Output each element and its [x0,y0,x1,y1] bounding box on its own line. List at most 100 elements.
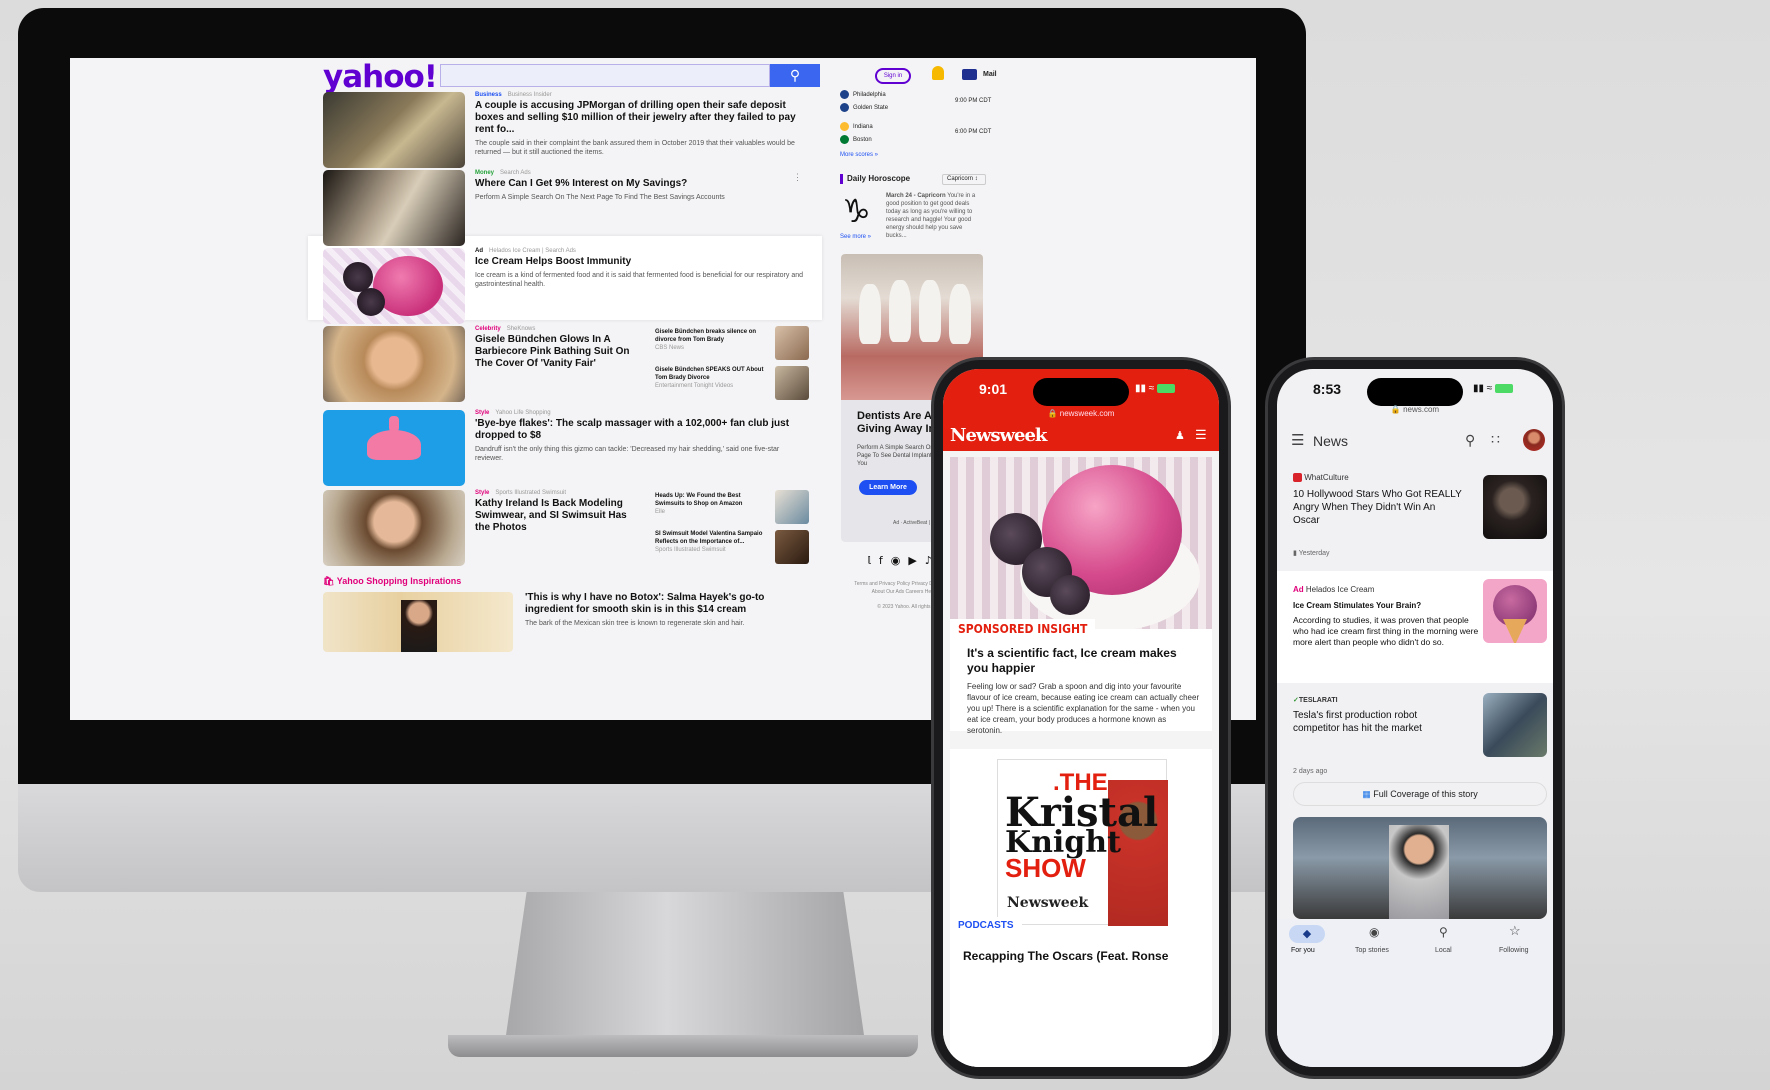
menu-icon[interactable]: ☰ [1291,431,1304,449]
bell-icon[interactable] [932,66,944,80]
game-time: 6:00 PM CDT [955,129,992,135]
yahoo-logo[interactable]: yahoo! [323,59,438,95]
nav-local[interactable]: Local [1435,947,1452,954]
newsweek-logo[interactable]: Newsweek [950,425,1047,446]
user-icon[interactable]: ♟ [1175,429,1185,442]
social-links: 𝕝f◉▶♪ [867,554,940,567]
game-time: 9:00 PM CDT [955,98,992,104]
see-more-link[interactable]: See more » [840,234,871,240]
card-title[interactable]: 10 Hollywood Stars Who Got REALLY Angry … [1293,488,1463,527]
list-item[interactable]: Business Business Insider A couple is acc… [323,92,813,168]
story-desc: The couple said in their complaint the b… [475,140,795,156]
nav-following[interactable]: Following [1499,947,1529,954]
shopping-title[interactable]: 'This is why I have no Botox': Salma Hay… [525,592,815,616]
story-title[interactable]: Where Can I Get 9% Interest on My Saving… [475,178,805,190]
youtube-icon[interactable]: ▶ [908,554,924,567]
wifi-icon: ≈ [1148,383,1155,394]
capricorn-icon: ♑ [842,192,871,230]
story-title[interactable]: A couple is accusing JPMorgan of drillin… [475,100,805,136]
ad-title[interactable]: Ice Cream Stimulates Your Brain? [1293,601,1479,610]
avatar[interactable] [1523,429,1545,451]
instagram-icon[interactable]: ◉ [891,554,909,567]
related-story-source: Elle [655,509,666,515]
source-logo-icon [1293,473,1302,483]
shopping-heading[interactable]: 🛍 Yahoo Shopping Inspirations [323,576,461,587]
score-team[interactable]: Golden State [840,103,888,112]
story-title[interactable]: Gisele Bündchen Glows In A Barbiecore Pi… [475,334,635,370]
url-bar[interactable]: 🔒 newsweek.com [943,409,1219,418]
list-item[interactable]: Style Sports Illustrated Swimsuit Kathy I… [323,490,813,566]
podcasts-label: PODCASTS [950,917,1022,934]
mail-link[interactable]: Mail [983,71,997,78]
score-team[interactable]: Indiana [840,122,873,131]
story-thumbnail [323,170,465,246]
card-source: ✓TESLARATI [1293,696,1338,704]
team-name: Philadelphia [853,92,886,99]
story-title[interactable]: Ice Cream Helps Boost Immunity [475,256,805,268]
location-pin-icon: ⚲ [1439,925,1448,939]
related-story[interactable]: SI Swimsuit Model Valentina Sampaio Refl… [655,530,765,554]
imac-stand [505,892,865,1042]
list-item[interactable]: Ad Helados Ice Cream | Search Ads Ice Cre… [323,248,813,324]
mail-icon[interactable] [962,69,977,80]
list-item[interactable]: Money Search Ads Where Can I Get 9% Inter… [323,170,813,246]
story-category: Style [475,410,490,416]
search-icon: ⚲ [789,67,801,83]
phone-newsweek: 9:01 ▮▮ ≈ 🔒 newsweek.com Newsweek ♟ ☰ SP… [934,360,1228,1076]
story-thumbnail [323,92,465,168]
status-icons: ▮▮ ≈ [1473,383,1514,394]
story-title[interactable]: 'Bye-bye flakes': The scalp massager wit… [475,418,805,442]
related-story-title: Gisele Bündchen SPEAKS OUT About Tom Bra… [655,367,764,381]
more-options-icon[interactable]: ⋮ [793,172,802,183]
horoscope-title: Daily Horoscope [847,174,911,183]
menu-icon[interactable]: ☰ [1195,427,1207,443]
related-story[interactable]: Gisele Bündchen breaks silence on divorc… [655,328,765,352]
card-title[interactable]: Tesla's first production robot competito… [1293,709,1463,735]
full-coverage-button[interactable]: ▦ Full Coverage of this story [1293,782,1547,806]
nav-for-you[interactable]: For you [1291,947,1315,954]
team-name: Golden State [853,105,889,112]
score-team[interactable]: Boston [840,135,872,144]
apps-grid-icon[interactable]: ∷ [1491,431,1500,448]
ice-cream-image [950,457,1212,629]
learn-more-button[interactable]: Learn More [859,480,917,495]
story-title[interactable]: Kathy Ireland Is Back Modeling Swimwear,… [475,498,635,534]
nav-top-stories[interactable]: Top stories [1355,947,1389,954]
related-thumbnail [775,530,809,564]
article-title[interactable]: It's a scientific fact, Ice cream makes … [967,646,1199,676]
ad-thumbnail [1483,579,1547,643]
related-story[interactable]: Gisele Bündchen SPEAKS OUT About Tom Bra… [655,366,765,390]
card-thumbnail [1483,693,1547,757]
related-story-title: Gisele Bündchen breaks silence on divorc… [655,329,757,343]
story-desc: Perform A Simple Search On The Next Page… [475,194,725,201]
search-button[interactable]: ⚲ [770,64,820,87]
sign-in-button[interactable]: Sign in [875,68,911,84]
url-bar[interactable]: 🔒 news.com [1277,405,1553,414]
related-thumbnail [775,326,809,360]
globe-icon: ◉ [1369,925,1380,939]
ad-body: According to studies, it was proven that… [1293,615,1479,647]
next-article-title[interactable]: Recapping The Oscars (Feat. Ronse [963,949,1213,963]
team-name: Indiana [853,124,873,131]
story-category: Business [475,92,502,98]
status-icons: ▮▮ ≈ [1135,383,1176,394]
score-team[interactable]: Philadelphia [840,90,886,99]
full-coverage-label: Full Coverage of this story [1373,789,1478,799]
story-source: Yahoo Life Shopping [495,410,551,416]
team-logo-icon [840,103,849,112]
horoscope-date: March 24 - Capricorn [886,193,946,199]
app-title: News [1313,433,1349,449]
wifi-icon: ≈ [1486,383,1493,394]
twitter-icon[interactable]: 𝕝 [867,554,879,567]
status-time: 9:01 [979,381,1008,397]
search-icon[interactable]: ⚲ [1465,432,1475,449]
related-story[interactable]: Heads Up: We Found the Best Swimsuits to… [655,492,765,516]
search-input[interactable] [440,64,770,87]
card-time-text: Yesterday [1298,550,1330,557]
facebook-icon[interactable]: f [879,554,891,567]
more-scores-link[interactable]: More scores » [840,152,878,158]
list-item[interactable]: Celebrity SheKnows Gisele Bündchen Glows … [323,326,813,402]
list-item[interactable]: Style Yahoo Life Shopping 'Bye-bye flakes… [323,410,813,486]
related-thumbnail [775,490,809,524]
horoscope-sign-select[interactable]: Capricorn ↕ [942,174,986,185]
